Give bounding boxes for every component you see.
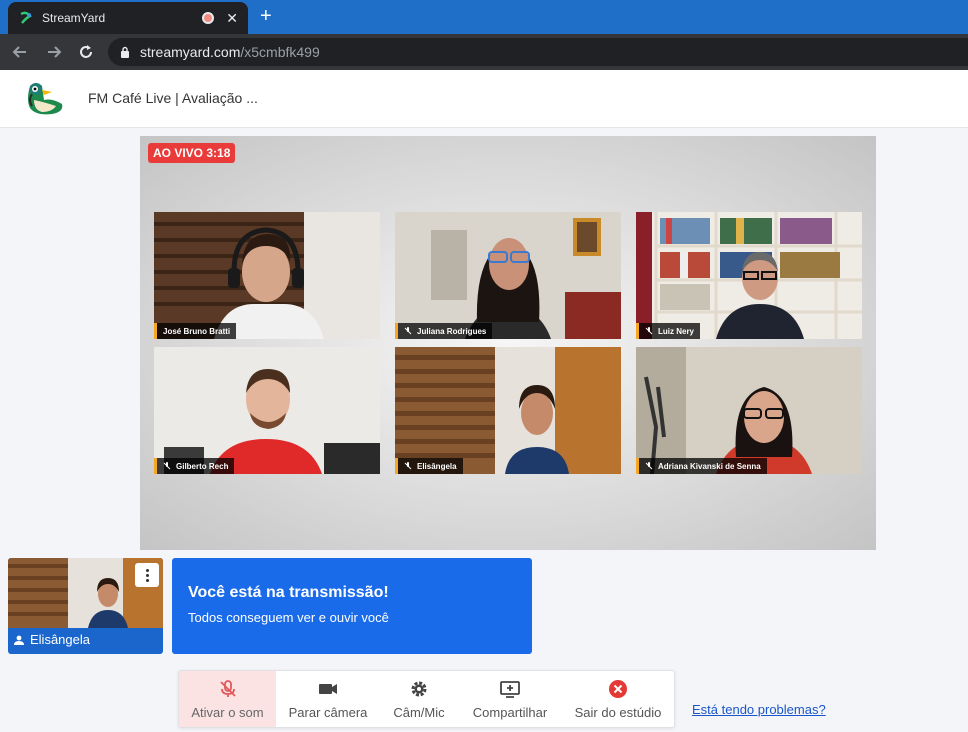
browser-tab[interactable]: StreamYard ✕ xyxy=(8,2,248,34)
kebab-dot-icon xyxy=(145,568,149,572)
participant-tile[interactable]: Elisângela xyxy=(395,347,621,474)
browser-address-bar: streamyard.com /x5cmbfk499 xyxy=(0,34,968,70)
kebab-dot-icon xyxy=(145,578,149,582)
participant-tile[interactable]: Adriana Kivanski de Senna xyxy=(636,347,862,474)
participant-video xyxy=(395,212,621,339)
participant-video xyxy=(154,212,380,339)
mic-off-icon xyxy=(219,679,236,697)
reload-icon[interactable] xyxy=(78,44,94,60)
person-icon xyxy=(14,635,24,645)
back-arrow-icon[interactable] xyxy=(12,44,28,60)
mic-muted-icon xyxy=(404,462,412,470)
tab-title: StreamYard xyxy=(42,11,106,25)
forward-arrow-icon[interactable] xyxy=(46,44,62,60)
streamyard-duck-logo-icon[interactable] xyxy=(22,80,66,118)
banner-title: Você está na transmissão! xyxy=(188,584,389,601)
cam-mic-settings-button[interactable]: Câm/Mic xyxy=(380,671,458,727)
url-host: streamyard.com xyxy=(140,44,241,60)
stop-camera-button[interactable]: Parar câmera xyxy=(276,671,380,727)
participant-name: Juliana Rodrigues xyxy=(417,326,487,336)
share-label: Compartilhar xyxy=(472,704,548,720)
lock-icon xyxy=(121,46,129,58)
broadcast-title: FM Café Live | Avaliação ... xyxy=(88,90,258,106)
participant-tile[interactable]: Gilberto Rech xyxy=(154,347,380,474)
on-air-banner: Você está na transmissão! Todos consegue… xyxy=(172,558,532,654)
url-path: /x5cmbfk499 xyxy=(240,44,320,60)
self-name: Elisângela xyxy=(30,632,90,647)
browser-tab-bar: StreamYard ✕ + xyxy=(0,0,968,34)
unmute-label: Ativar o som xyxy=(191,704,264,720)
participant-nameplate: Elisângela xyxy=(395,458,463,474)
participant-nameplate: Adriana Kivanski de Senna xyxy=(636,458,767,474)
studio-toolbar: Ativar o som Parar câmera Câm/Mic Compar… xyxy=(178,670,675,728)
live-timer-badge: AO VIVO 3:18 xyxy=(148,143,236,163)
tab-close-icon[interactable]: ✕ xyxy=(226,10,238,27)
participant-video xyxy=(154,347,380,474)
participant-name: José Bruno Bratti xyxy=(163,326,231,336)
participant-name: Gilberto Rech xyxy=(176,461,229,471)
mic-muted-icon xyxy=(163,462,171,470)
mic-muted-icon xyxy=(645,462,653,470)
participant-name: Adriana Kivanski de Senna xyxy=(658,461,761,471)
self-name-label: Elisângela xyxy=(14,632,90,647)
gear-icon xyxy=(411,681,427,696)
self-preview-tile[interactable]: Elisângela xyxy=(8,558,163,654)
participant-nameplate: José Bruno Bratti xyxy=(154,323,237,339)
leave-label: Sair do estúdio xyxy=(574,704,662,720)
kebab-dot-icon xyxy=(145,573,149,577)
unmute-button[interactable]: Ativar o som xyxy=(179,671,276,727)
url-field[interactable]: streamyard.com /x5cmbfk499 xyxy=(108,38,968,66)
participant-tile[interactable]: Juliana Rodrigues xyxy=(395,212,621,339)
participant-name: Luiz Nery xyxy=(658,326,695,336)
stop-camera-label: Parar câmera xyxy=(288,704,368,720)
cam-mic-label: Câm/Mic xyxy=(393,704,445,720)
participant-nameplate: Gilberto Rech xyxy=(154,458,235,474)
participant-nameplate: Luiz Nery xyxy=(636,323,701,339)
screen-share-icon xyxy=(500,680,520,698)
participant-video xyxy=(636,347,862,474)
streamyard-favicon-icon xyxy=(20,11,32,24)
recording-indicator-icon xyxy=(202,12,215,24)
participant-tile[interactable]: Luiz Nery xyxy=(636,212,862,339)
broadcast-stage: AO VIVO 3:18 José Bruno Bratti Juliana R… xyxy=(140,136,876,550)
new-tab-button[interactable]: + xyxy=(260,6,272,26)
participant-name: Elisângela xyxy=(417,461,457,471)
app-header: FM Café Live | Avaliação ... xyxy=(0,70,968,128)
participant-video xyxy=(636,212,862,339)
leave-studio-button[interactable]: Sair do estúdio xyxy=(562,671,674,727)
participant-video xyxy=(395,347,621,474)
banner-subtitle: Todos conseguem ver e ouvir você xyxy=(188,610,389,625)
mic-muted-icon xyxy=(404,327,412,335)
video-camera-icon xyxy=(319,683,337,694)
leave-close-circle-icon xyxy=(609,679,627,698)
share-screen-button[interactable]: Compartilhar xyxy=(458,671,562,727)
mic-muted-icon xyxy=(645,327,653,335)
more-options-button[interactable] xyxy=(135,563,159,587)
participant-tile[interactable]: José Bruno Bratti xyxy=(154,212,380,339)
trouble-help-link[interactable]: Está tendo problemas? xyxy=(692,702,826,717)
participant-nameplate: Juliana Rodrigues xyxy=(395,323,493,339)
